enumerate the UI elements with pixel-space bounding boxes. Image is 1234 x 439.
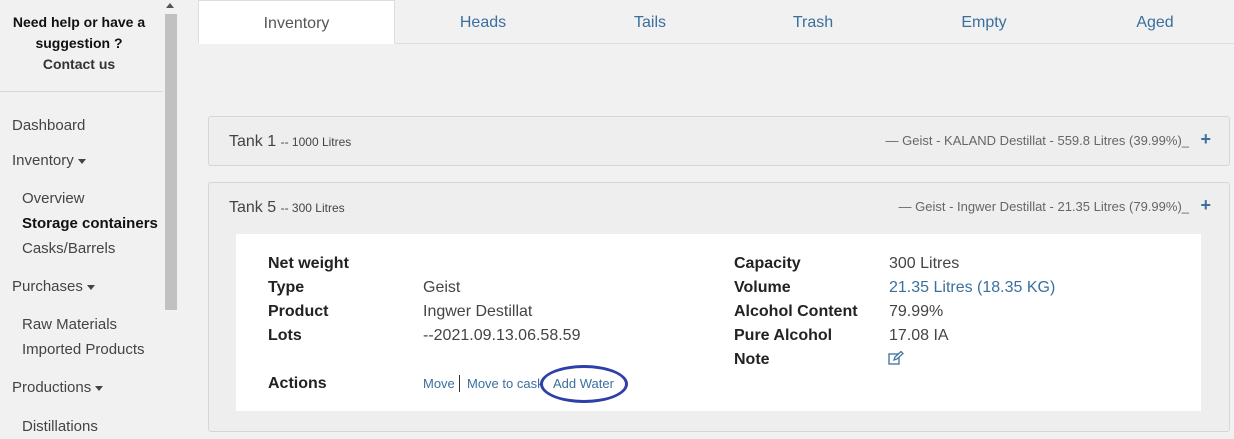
tab-inventory[interactable]: Inventory (198, 0, 395, 44)
sidebar-scroll-thumb[interactable] (165, 14, 177, 310)
product-value: Ingwer Destillat (423, 303, 533, 320)
capacity-value: 300 Litres (889, 255, 960, 272)
tank-details: Net weight Type Geist Product Ingwer Des… (236, 234, 1201, 411)
pure-alcohol-value: 17.08 IA (889, 327, 949, 344)
tank-summary: — Geist - Ingwer Destillat - 21.35 Litre… (898, 199, 1189, 214)
volume-value-link[interactable]: 21.35 Litres (18.35 KG) (889, 279, 1055, 297)
move-to-cask-link[interactable]: Move to cask (467, 376, 544, 391)
sidebar-item-inventory[interactable]: Inventory (12, 152, 86, 169)
capacity-label: Capacity (734, 255, 801, 272)
tab-tails[interactable]: Tails (575, 0, 725, 44)
action-separator (459, 375, 460, 392)
inventory-tabs: Inventory Heads Tails Trash Empty Aged (198, 0, 1234, 44)
actions-label: Actions (268, 375, 327, 392)
sidebar-item-overview[interactable]: Overview (22, 190, 85, 207)
alcohol-content-value: 79.99% (889, 303, 944, 320)
chevron-down-icon (86, 284, 95, 290)
tank-name: Tank 5 (229, 199, 277, 216)
sidebar-item-distillations[interactable]: Distillations (22, 418, 98, 435)
help-text-line1: Need help or have a (12, 14, 146, 30)
pure-alcohol-label: Pure Alcohol (734, 327, 833, 344)
tank-summary: — Geist - KALAND Destillat - 559.8 Litre… (885, 133, 1189, 148)
tank-capacity: -- 1000 Litres (280, 135, 352, 149)
edit-icon[interactable] (888, 351, 904, 365)
tab-heads[interactable]: Heads (408, 0, 558, 44)
sidebar-item-raw-materials[interactable]: Raw Materials (22, 316, 117, 333)
type-value: Geist (423, 279, 461, 296)
sidebar-item-dashboard[interactable]: Dashboard (12, 117, 85, 134)
sidebar-item-purchases[interactable]: Purchases (12, 278, 95, 295)
contact-us-link[interactable]: Contact us (0, 54, 158, 75)
lots-value: --2021.09.13.06.58.59 (423, 327, 581, 344)
sidebar-item-storage-containers[interactable]: Storage containers (22, 215, 158, 232)
product-label: Product (268, 303, 329, 320)
tab-aged[interactable]: Aged (1080, 0, 1230, 44)
move-link[interactable]: Move (423, 376, 455, 391)
tab-trash[interactable]: Trash (738, 0, 888, 44)
sidebar-divider (0, 91, 163, 92)
sidebar-item-casks-barrels[interactable]: Casks/Barrels (22, 240, 115, 257)
expand-plus-icon[interactable]: + (1200, 129, 1211, 150)
highlight-circle (540, 365, 628, 403)
sidebar: Need help or have a suggestion ? Contact… (0, 0, 178, 439)
help-box: Need help or have a suggestion ? Contact… (0, 12, 158, 75)
scroll-up-icon[interactable] (166, 3, 174, 8)
tank-title[interactable]: Tank 5 -- 300 Litres (229, 199, 345, 217)
note-label: Note (734, 351, 770, 368)
tank-capacity: -- 300 Litres (280, 201, 345, 215)
help-text-line2: suggestion ? (35, 35, 123, 51)
tank-title: Tank 1 -- 1000 Litres (229, 133, 351, 151)
net-weight-label: Net weight (268, 255, 349, 272)
tank-name: Tank 1 (229, 133, 277, 150)
tab-empty[interactable]: Empty (909, 0, 1059, 44)
alcohol-content-label: Alcohol Content (734, 303, 858, 320)
volume-label: Volume (734, 279, 791, 296)
tank-panel[interactable]: Tank 1 -- 1000 Litres — Geist - KALAND D… (208, 116, 1230, 166)
sidebar-item-imported-products[interactable]: Imported Products (22, 341, 145, 358)
sidebar-item-productions[interactable]: Productions (12, 379, 104, 396)
type-label: Type (268, 279, 305, 296)
chevron-down-icon (95, 385, 104, 391)
expand-plus-icon[interactable]: + (1200, 195, 1211, 216)
chevron-down-icon (77, 158, 86, 164)
lots-label: Lots (268, 327, 302, 344)
